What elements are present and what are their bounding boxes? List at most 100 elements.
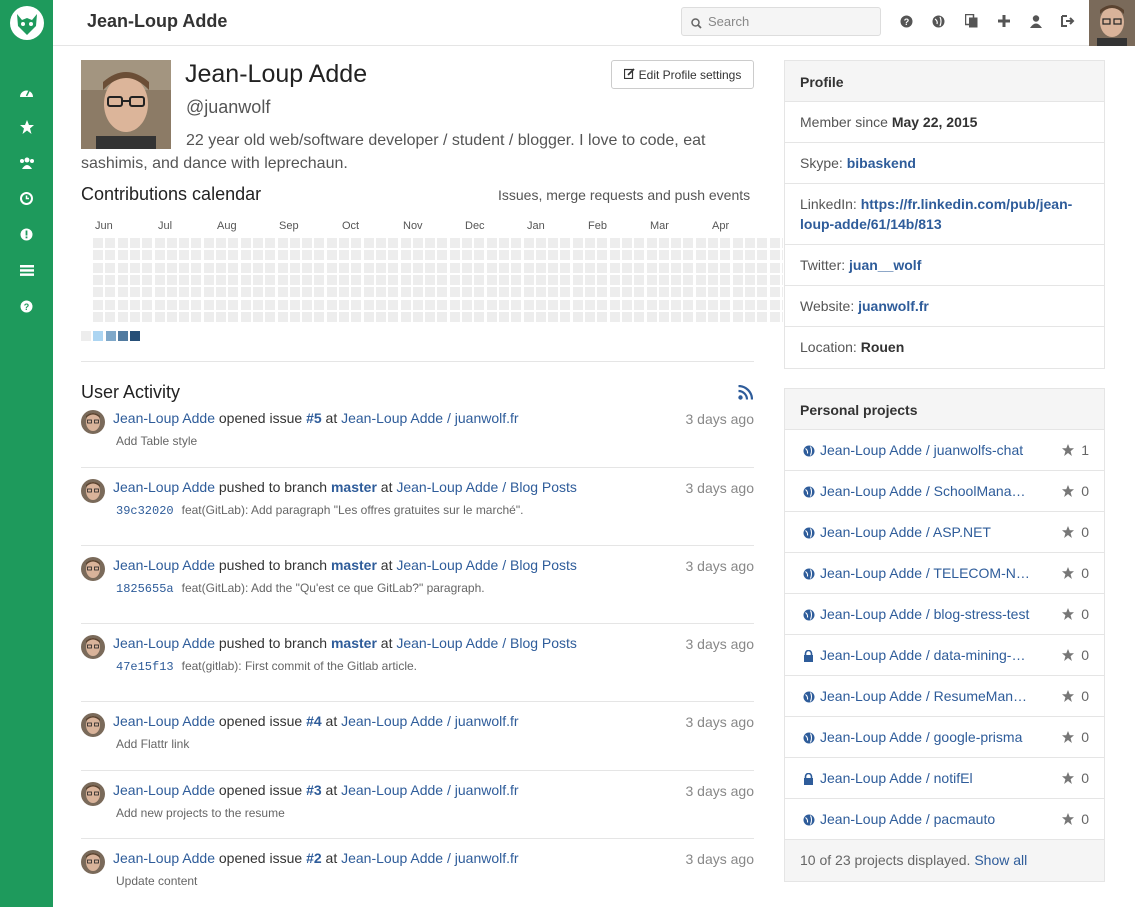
- commit-sha-link[interactable]: 39c32020: [116, 504, 174, 518]
- gitlab-logo-icon[interactable]: [8, 4, 46, 42]
- event-author-link[interactable]: Jean-Loup Adde: [113, 782, 215, 798]
- calendar-day: [364, 311, 374, 322]
- show-all-link[interactable]: Show all: [974, 852, 1027, 868]
- project-item[interactable]: Jean-Loup Adde / pacmauto 0: [785, 799, 1104, 840]
- event-author-link[interactable]: Jean-Loup Adde: [113, 410, 215, 426]
- avatar[interactable]: [81, 557, 105, 581]
- event-author-link[interactable]: Jean-Loup Adde: [113, 713, 215, 729]
- project-link[interactable]: Jean-Loup Adde / notifEl: [820, 770, 1030, 786]
- issue-link[interactable]: #4: [306, 713, 322, 729]
- avatar[interactable]: [81, 635, 105, 659]
- project-link[interactable]: Jean-Loup Adde / ASP.NET: [820, 524, 1030, 540]
- calendar-day: [191, 287, 201, 298]
- project-link[interactable]: Jean-Loup Adde / Blog Posts: [396, 635, 577, 651]
- commit-sha-link[interactable]: 47e15f13: [116, 660, 174, 674]
- branch-link[interactable]: master: [331, 479, 377, 495]
- project-item[interactable]: Jean-Loup Adde / data-mining-project 0: [785, 635, 1104, 676]
- project-link[interactable]: Jean-Loup Adde / data-mining-project: [820, 647, 1030, 663]
- project-link[interactable]: Jean-Loup Adde / TELECOM-Nancy: [820, 565, 1030, 581]
- calendar-day: [733, 250, 743, 261]
- calendar-day: [499, 299, 509, 310]
- avatar[interactable]: [81, 410, 105, 434]
- branch-link[interactable]: master: [331, 635, 377, 651]
- linkedin-link[interactable]: https://fr.linkedin.com/pub/jean-: [861, 196, 1073, 212]
- legend-swatch: [117, 331, 128, 341]
- event-detail-text[interactable]: Add new projects to the resume: [116, 806, 285, 820]
- project-link[interactable]: Jean-Loup Adde / blog-stress-test: [820, 606, 1030, 622]
- project-item[interactable]: Jean-Loup Adde / blog-stress-test 0: [785, 594, 1104, 635]
- calendar-day: [204, 238, 214, 248]
- calendar-day: [314, 250, 324, 261]
- calendar-day: [401, 287, 411, 298]
- website-link[interactable]: juanwolf.fr: [858, 298, 929, 314]
- branch-link[interactable]: master: [331, 557, 377, 573]
- issue-link[interactable]: #3: [306, 782, 322, 798]
- issues-icon[interactable]: [18, 226, 35, 243]
- event-author-link[interactable]: Jean-Loup Adde: [113, 479, 215, 495]
- edit-profile-label: Edit Profile settings: [638, 67, 742, 82]
- avatar[interactable]: [81, 850, 105, 874]
- project-link[interactable]: Jean-Loup Adde / Blog Posts: [396, 479, 577, 495]
- twitter-link[interactable]: juan__wolf: [849, 257, 921, 273]
- calendar-day: [253, 299, 263, 310]
- legend-swatch: [93, 331, 104, 341]
- search-input[interactable]: Search: [681, 7, 881, 36]
- help-icon[interactable]: ?: [18, 298, 35, 315]
- calendar-day: [216, 311, 226, 322]
- project-item[interactable]: Jean-Loup Adde / ASP.NET 0: [785, 512, 1104, 553]
- project-link[interactable]: Jean-Loup Adde / google-prisma: [820, 729, 1030, 745]
- issue-link[interactable]: #5: [306, 410, 322, 426]
- event-detail-text[interactable]: Add Flattr link: [116, 737, 189, 751]
- project-item[interactable]: Jean-Loup Adde / TELECOM-Nancy 0: [785, 553, 1104, 594]
- project-item[interactable]: Jean-Loup Adde / notifEl 0: [785, 758, 1104, 799]
- project-link[interactable]: Jean-Loup Adde / juanwolf.fr: [341, 410, 518, 426]
- plus-icon[interactable]: [996, 13, 1012, 29]
- project-link[interactable]: Jean-Loup Adde / SchoolManagement: [820, 483, 1030, 499]
- linkedin-link-cont[interactable]: loup-adde/61/14b/813: [800, 216, 942, 232]
- event-author-link[interactable]: Jean-Loup Adde: [113, 850, 215, 866]
- calendar-day: [290, 250, 300, 261]
- calendar-day: [167, 274, 177, 285]
- globe-icon[interactable]: [930, 13, 946, 29]
- project-item[interactable]: Jean-Loup Adde / SchoolManagement 0: [785, 471, 1104, 512]
- avatar[interactable]: [81, 479, 105, 503]
- edit-profile-button[interactable]: Edit Profile settings: [611, 60, 754, 89]
- rss-icon[interactable]: [738, 384, 754, 405]
- event-detail-text[interactable]: Add Table style: [116, 434, 197, 448]
- project-link[interactable]: Jean-Loup Adde / pacmauto: [820, 811, 1030, 827]
- calendar-day: [425, 250, 435, 261]
- project-item[interactable]: Jean-Loup Adde / ResumeManager 0: [785, 676, 1104, 717]
- project-link[interactable]: Jean-Loup Adde / juanwolf.fr: [341, 782, 518, 798]
- calendar-day: [757, 250, 767, 261]
- avatar[interactable]: [81, 782, 105, 806]
- project-link[interactable]: Jean-Loup Adde / Blog Posts: [396, 557, 577, 573]
- project-link[interactable]: Jean-Loup Adde / juanwolf.fr: [341, 850, 518, 866]
- project-item[interactable]: Jean-Loup Adde / juanwolfs-chat 1: [785, 430, 1104, 471]
- calendar-day: [782, 250, 783, 261]
- event-author-link[interactable]: Jean-Loup Adde: [113, 635, 215, 651]
- user-icon[interactable]: [1028, 13, 1044, 29]
- star-icon: [1062, 648, 1074, 664]
- clock-icon[interactable]: [18, 190, 35, 207]
- dashboard-icon[interactable]: [18, 83, 35, 100]
- project-link[interactable]: Jean-Loup Adde / ResumeManager: [820, 688, 1030, 704]
- calendar-day: [425, 311, 435, 322]
- issue-link[interactable]: #2: [306, 850, 322, 866]
- star-icon[interactable]: [18, 118, 35, 135]
- help-icon[interactable]: ?: [898, 13, 914, 29]
- project-link[interactable]: Jean-Loup Adde / juanwolfs-chat: [820, 442, 1030, 458]
- project-link[interactable]: Jean-Loup Adde / juanwolf.fr: [341, 713, 518, 729]
- event-detail-text[interactable]: Update content: [116, 874, 197, 888]
- snippets-icon[interactable]: [963, 13, 979, 29]
- groups-icon[interactable]: [18, 154, 35, 171]
- sign-out-icon[interactable]: [1060, 13, 1076, 29]
- project-item[interactable]: Jean-Loup Adde / google-prisma 0: [785, 717, 1104, 758]
- list-icon[interactable]: [18, 262, 35, 279]
- avatar[interactable]: [81, 713, 105, 737]
- avatar[interactable]: [1089, 0, 1135, 46]
- commit-sha-link[interactable]: 1825655a: [116, 582, 174, 596]
- skype-link[interactable]: bibaskend: [847, 155, 916, 171]
- calendar-day: [499, 262, 509, 273]
- event-author-link[interactable]: Jean-Loup Adde: [113, 557, 215, 573]
- calendar-day: [118, 274, 128, 285]
